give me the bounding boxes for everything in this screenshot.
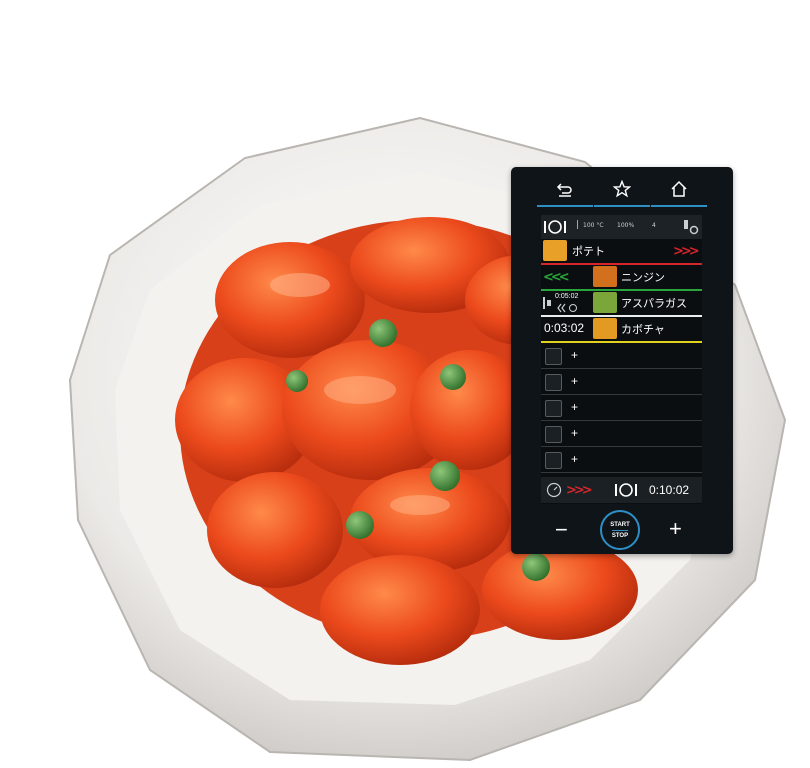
program-name: ニンジン <box>621 272 665 284</box>
back-icon <box>556 183 572 197</box>
clock-icon <box>546 482 562 498</box>
program-name: カボチャ <box>621 324 665 336</box>
temperature-readout: 100 °C <box>583 222 604 229</box>
home-button[interactable] <box>651 177 707 207</box>
chevron-left-icon: <<< <box>543 270 570 285</box>
program-name: アスパラガス <box>621 298 687 310</box>
row-timer: 0:03:02 <box>544 321 585 335</box>
back-button[interactable] <box>537 177 593 207</box>
status-bar: | 100 °C 100% 4 <box>541 215 702 239</box>
empty-slot[interactable]: + <box>541 344 702 369</box>
total-timer-bar[interactable]: >>> 0:10:02 <box>541 477 702 503</box>
clock-icon <box>545 426 562 443</box>
oven-icon <box>544 220 566 234</box>
start-stop-button[interactable]: START STOP <box>600 510 640 550</box>
empty-slot[interactable]: + <box>541 422 702 447</box>
carrot-thumbnail <box>593 266 617 287</box>
oven-icon <box>615 483 637 497</box>
steam-readout: 100% <box>617 222 635 229</box>
start-label: START <box>610 522 630 528</box>
empty-slot[interactable]: + <box>541 370 702 395</box>
minus-button[interactable]: − <box>555 517 568 543</box>
empty-slot[interactable]: + <box>541 396 702 421</box>
favorite-button[interactable] <box>594 177 650 207</box>
row-timer: 0:05:02 <box>555 293 579 300</box>
fan-readout: 4 <box>652 222 656 229</box>
tray-icon <box>543 297 551 309</box>
clock-icon <box>557 303 577 313</box>
chevron-right-icon: >>> <box>673 244 700 259</box>
chevron-right-icon: >>> <box>566 483 593 498</box>
asparagus-thumbnail <box>593 292 617 313</box>
add-step-button[interactable]: + <box>571 426 578 440</box>
program-name: ポテト <box>572 246 605 258</box>
clock-icon <box>545 400 562 417</box>
top-nav <box>511 167 733 211</box>
add-step-button[interactable]: + <box>571 374 578 388</box>
program-row-2[interactable]: <<< ニンジン <box>541 265 702 289</box>
program-row-3[interactable]: 0:05:02 アスパラガス <box>541 291 702 315</box>
oven-control-panel: | 100 °C 100% 4 ポテト >>> <<< ニンジン 0:05:02… <box>511 167 733 554</box>
clock-icon <box>545 452 562 469</box>
pumpkin-thumbnail <box>593 318 617 339</box>
potato-thumbnail <box>543 240 567 261</box>
clock-icon <box>545 374 562 391</box>
settings-icon[interactable] <box>683 219 699 235</box>
add-step-button[interactable]: + <box>571 400 578 414</box>
add-step-button[interactable]: + <box>571 452 578 466</box>
program-row-1[interactable]: ポテト >>> <box>541 239 702 263</box>
home-icon <box>671 180 687 197</box>
stop-label: STOP <box>611 533 629 539</box>
program-row-4[interactable]: 0:03:02 カボチャ <box>541 317 702 341</box>
program-list: | 100 °C 100% 4 ポテト >>> <<< ニンジン 0:05:02… <box>541 215 702 504</box>
row-4-indicator <box>541 341 702 343</box>
plus-button[interactable]: + <box>669 516 682 542</box>
empty-slot[interactable]: + <box>541 448 702 473</box>
star-icon <box>613 180 631 198</box>
total-timer: 0:10:02 <box>649 483 690 497</box>
clock-icon <box>545 348 562 365</box>
add-step-button[interactable]: + <box>571 348 578 362</box>
